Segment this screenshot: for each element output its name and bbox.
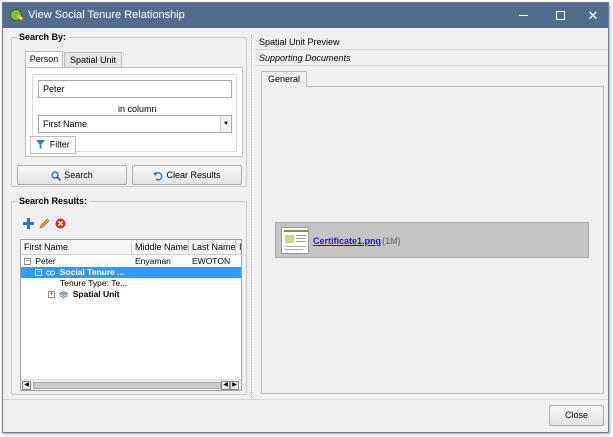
tenure-type-label: Tenure Type: Te... — [60, 278, 128, 288]
title-bar: View Social Tenure Relationship ✕ — [3, 3, 608, 28]
layers-icon — [59, 290, 69, 298]
window-title: View Social Tenure Relationship — [28, 9, 185, 21]
row-spatial-unit-cell: + Spatial Unit — [48, 289, 120, 300]
column-select-value: First Name — [43, 119, 88, 129]
spatial-unit-preview-header[interactable]: Spatial Unit Preview — [255, 35, 608, 50]
tree-header: First Name Middle Name Last Name I — [21, 240, 241, 255]
tree-row-person[interactable]: − Peter Enyaman EWOTON — [21, 256, 241, 267]
maximize-icon — [555, 11, 565, 21]
document-link[interactable]: Certificate1.png — [313, 236, 381, 246]
last-name-cell: EWOTON — [192, 256, 231, 266]
close-window-button[interactable]: ✕ — [573, 3, 608, 28]
tree-row-social-tenure[interactable]: − Social Tenure ... — [21, 267, 241, 278]
general-tab-panel: Certificate1.png (1M) — [261, 86, 604, 394]
filter-icon — [36, 140, 46, 150]
dialog-window: View Social Tenure Relationship ✕ Search… — [2, 2, 609, 433]
column-header-more[interactable]: I — [236, 240, 241, 255]
document-thumbnail — [281, 227, 309, 254]
scroll-left-end-icon[interactable]: ◀ — [221, 381, 230, 390]
column-header-last-name[interactable]: Last Name — [189, 240, 236, 255]
search-results-group: Search Results: First Name Middle Name L… — [11, 196, 247, 395]
social-tenure-label: Social Tenure ... — [59, 267, 125, 277]
tab-person-label: Person — [29, 54, 59, 64]
row-social-tenure-cell: − Social Tenure ... — [35, 267, 124, 278]
scroll-right-icon[interactable]: ▶ — [230, 381, 239, 390]
minimize-button[interactable] — [503, 3, 543, 28]
minimize-icon — [518, 15, 528, 17]
search-button-label: Search — [64, 170, 93, 180]
search-results-title: Search Results: — [17, 196, 90, 206]
qgis-app-icon — [10, 9, 22, 21]
tree-row-tenure-type[interactable]: Tenure Type: Te... — [21, 278, 241, 289]
scroll-left-icon[interactable]: ◀ — [22, 381, 31, 390]
undo-icon — [153, 171, 163, 181]
in-column-label: in column — [118, 104, 157, 114]
row-person-first-cell: − Peter — [24, 256, 56, 267]
column-header-middle-name[interactable]: Middle Name — [132, 240, 189, 255]
supporting-documents-label: Supporting Documents — [259, 53, 351, 63]
chevron-down-icon: ▼ — [220, 116, 231, 132]
supporting-documents-header[interactable]: Supporting Documents — [255, 51, 608, 66]
tab-person[interactable]: Person — [25, 51, 63, 67]
tab-general[interactable]: General — [261, 71, 307, 87]
search-by-title: Search By: — [17, 32, 69, 42]
spatial-unit-label: Spatial Unit — [72, 289, 120, 299]
document-size: (1M) — [382, 236, 401, 246]
search-button[interactable]: Search — [17, 165, 127, 185]
column-header-first-name[interactable]: First Name — [21, 240, 132, 255]
edit-icon[interactable] — [39, 218, 50, 229]
tab-general-label: General — [267, 74, 301, 84]
first-name-cell: Peter — [35, 256, 56, 266]
panel-splitter[interactable] — [251, 35, 252, 397]
close-icon: ✕ — [587, 8, 599, 23]
scroll-thumb[interactable] — [33, 382, 221, 389]
search-query-input[interactable]: Peter — [38, 80, 232, 98]
document-item[interactable]: Certificate1.png (1M) — [275, 222, 589, 258]
tree-row-spatial-unit[interactable]: + Spatial Unit — [21, 289, 241, 300]
filter-label: Filter — [49, 139, 70, 150]
expand-icon[interactable]: + — [48, 291, 55, 299]
spatial-unit-preview-label: Spatial Unit Preview — [259, 37, 340, 47]
horizontal-scrollbar[interactable]: ◀ ▶ ◀ — [21, 379, 241, 390]
close-button-label: Close — [564, 410, 588, 420]
collapse-icon[interactable]: − — [24, 258, 31, 266]
close-button[interactable]: Close — [549, 405, 604, 426]
remove-icon[interactable] — [55, 218, 66, 229]
tab-spatial-unit[interactable]: Spatial Unit — [64, 52, 122, 67]
column-select[interactable]: First Name ▼ — [38, 115, 232, 133]
clear-results-button[interactable]: Clear Results — [132, 165, 242, 185]
link-icon — [46, 270, 56, 276]
filter-tab[interactable]: Filter — [30, 136, 76, 154]
magnifier-icon — [51, 170, 62, 181]
tab-spatial-unit-label: Spatial Unit — [69, 55, 117, 65]
footer-separator — [3, 399, 608, 400]
results-tree[interactable]: First Name Middle Name Last Name I − Pet… — [20, 239, 242, 391]
collapse-icon[interactable]: − — [35, 269, 42, 277]
certificate-thumbnail-icon — [284, 230, 308, 250]
add-icon[interactable] — [23, 218, 34, 229]
clear-results-label: Clear Results — [166, 170, 221, 180]
middle-name-cell: Enyaman — [135, 256, 171, 266]
